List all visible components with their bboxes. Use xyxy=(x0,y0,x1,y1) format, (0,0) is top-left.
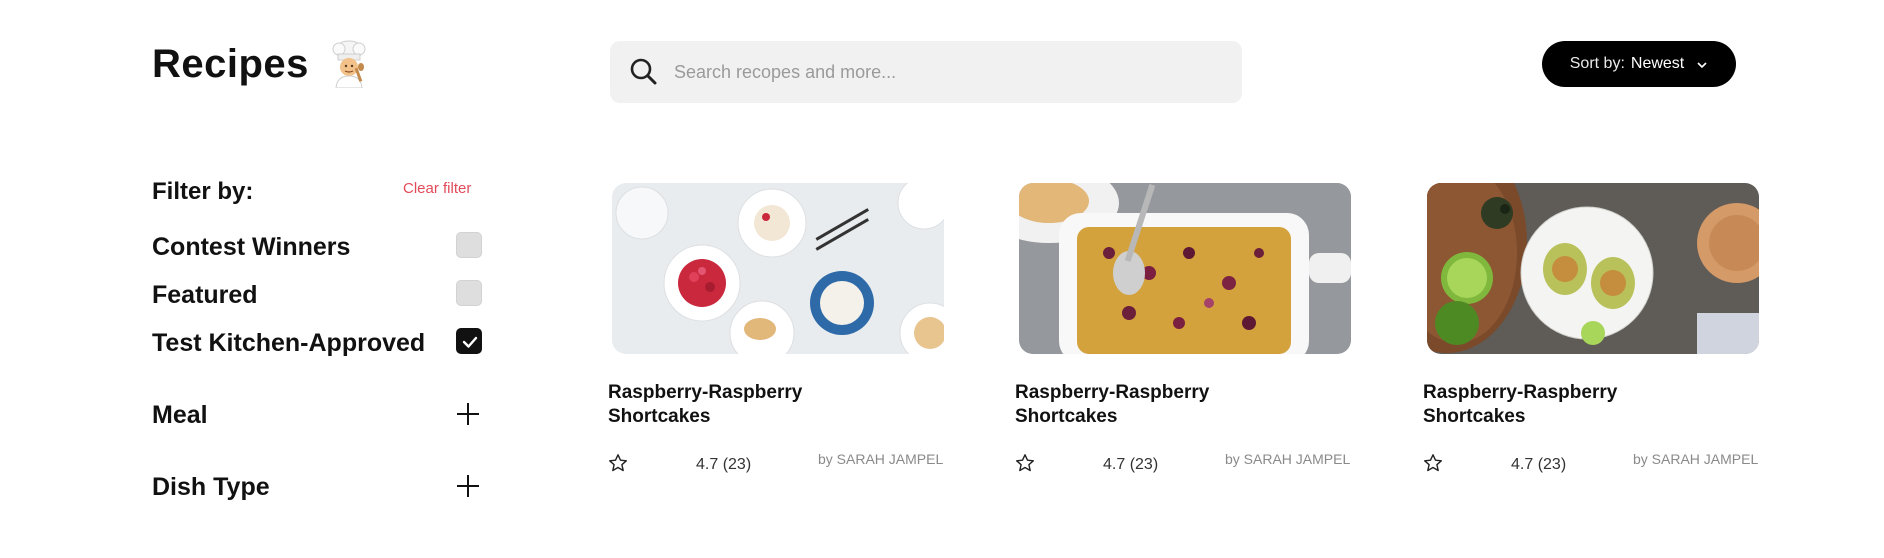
chevron-down-icon xyxy=(1696,58,1708,70)
recipe-title-line: Shortcakes xyxy=(1423,406,1526,427)
clear-filter-link[interactable]: Clear filter xyxy=(403,180,471,197)
plus-icon[interactable] xyxy=(455,473,481,499)
filter-heading: Filter by: xyxy=(152,178,254,205)
recipe-title[interactable]: Raspberry-Raspberry Shortcakes xyxy=(1423,381,1683,429)
search-bar[interactable] xyxy=(610,41,1242,103)
recipe-rating: 4.7 (23) xyxy=(1511,456,1567,473)
filter-option-label: Featured xyxy=(152,281,258,309)
star-icon[interactable] xyxy=(608,453,628,473)
filter-checkbox-contest-winners[interactable] xyxy=(456,232,482,258)
recipe-title[interactable]: Raspberry-Raspberry Shortcakes xyxy=(1015,381,1275,429)
recipe-rating: 4.7 (23) xyxy=(1103,456,1159,473)
recipe-image[interactable] xyxy=(1019,183,1351,354)
filter-section-meal[interactable]: Meal xyxy=(152,401,208,430)
recipe-title-line: Raspberry-Raspberry xyxy=(1015,382,1210,403)
recipe-author: by SARAH JAMPEL xyxy=(818,451,944,467)
filter-option-label: Contest Winners xyxy=(152,233,351,261)
page-title: Recipes xyxy=(152,41,309,86)
recipe-title-line: Raspberry-Raspberry xyxy=(1423,382,1618,403)
recipe-image[interactable] xyxy=(612,183,944,354)
chef-icon xyxy=(327,40,371,89)
recipe-title[interactable]: Raspberry-Raspberry Shortcakes xyxy=(608,381,868,429)
checkmark-icon xyxy=(462,336,478,348)
filter-section-dish-type[interactable]: Dish Type xyxy=(152,473,270,502)
recipe-author: by SARAH JAMPEL xyxy=(1225,451,1351,467)
recipe-author: by SARAH JAMPEL xyxy=(1633,451,1759,467)
recipe-title-line: Raspberry-Raspberry xyxy=(608,382,803,403)
plus-icon[interactable] xyxy=(455,401,481,427)
filter-option-label: Test Kitchen-Approved xyxy=(152,329,426,357)
search-icon xyxy=(628,56,660,88)
filter-checkbox-test-kitchen-approved[interactable] xyxy=(456,328,482,354)
recipes-page: Recipes Sort xyxy=(0,0,1884,558)
star-icon[interactable] xyxy=(1015,453,1035,473)
recipe-title-line: Shortcakes xyxy=(608,406,711,427)
sort-dropdown[interactable]: Sort by: Newest xyxy=(1542,41,1736,87)
recipe-image[interactable] xyxy=(1427,183,1759,354)
search-input[interactable] xyxy=(674,61,1194,83)
filter-checkbox-featured[interactable] xyxy=(456,280,482,306)
recipe-title-line: Shortcakes xyxy=(1015,406,1118,427)
star-icon[interactable] xyxy=(1423,453,1443,473)
page-header: Recipes xyxy=(152,40,371,89)
sort-label: Sort by: xyxy=(1569,55,1625,72)
sort-value: Newest xyxy=(1630,55,1685,72)
recipe-rating: 4.7 (23) xyxy=(696,456,752,473)
